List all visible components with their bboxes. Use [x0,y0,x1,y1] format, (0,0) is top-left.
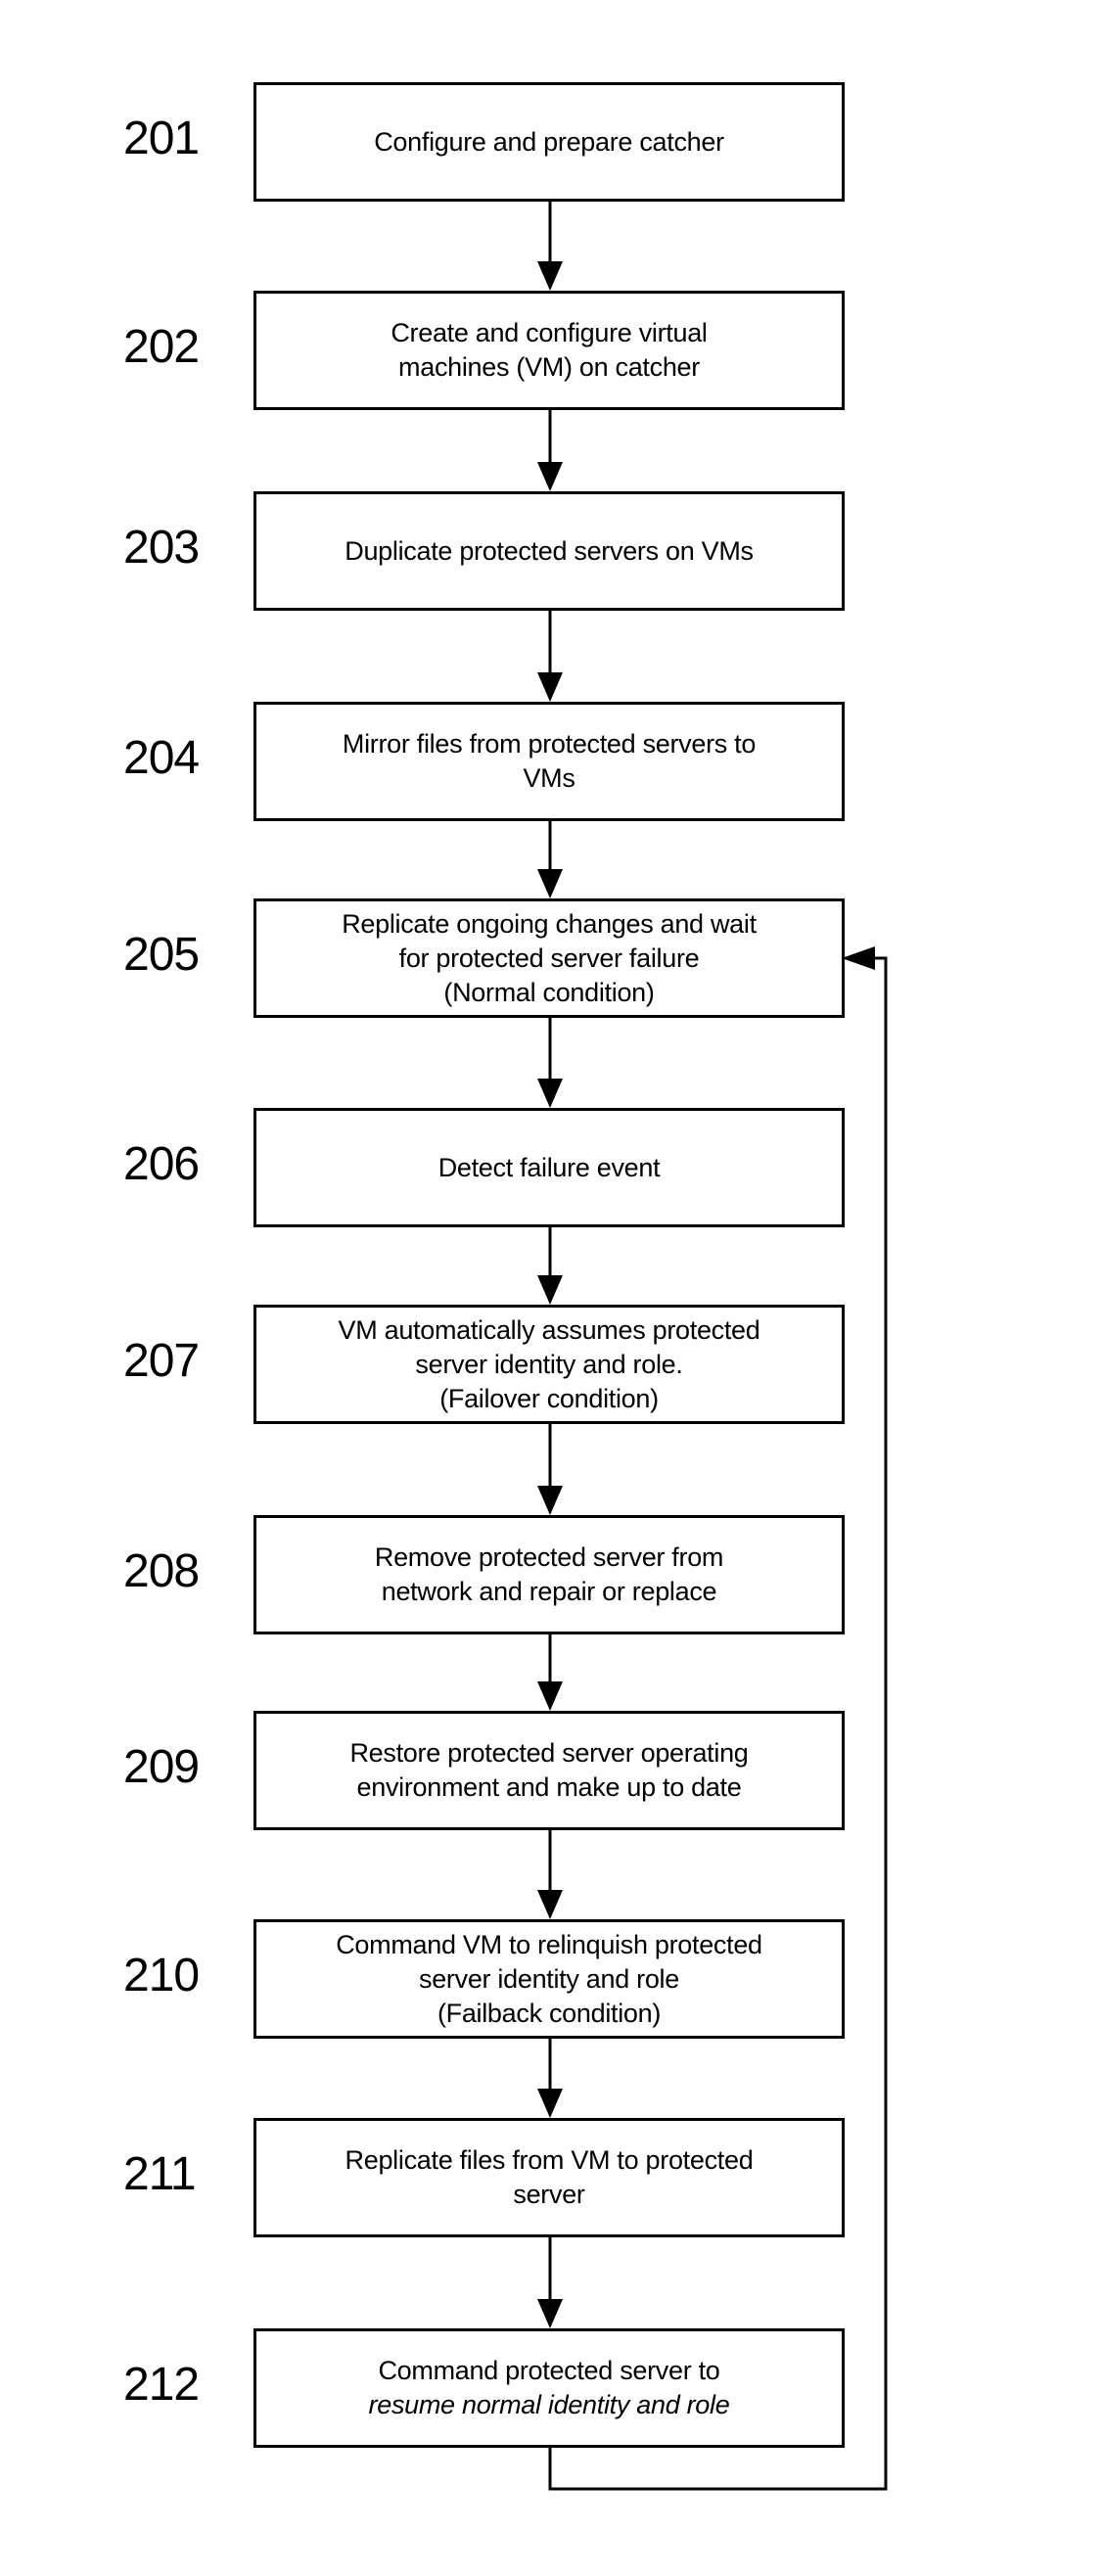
process-text-line: machines (VM) on catcher [398,352,700,382]
process-text-line: (Normal condition) [443,977,655,1007]
process-text-line: Create and configure virtual [391,318,708,347]
step-number-204: 204 [123,731,200,784]
process-box-203: Duplicate protected servers on VMs [253,491,845,611]
process-box-202: Create and configure virtual machines (VM… [253,291,845,410]
process-text-line: server [513,2180,585,2209]
process-box-201: Configure and prepare catcher [253,82,845,202]
arrow-head-down-icon [537,2089,563,2118]
process-text-line: for protected server failure [398,943,700,973]
arrow-head-down-icon [537,869,563,898]
process-text-line: Command VM to relinquish protected [336,1929,762,1959]
process-text-line: Configure and prepare catcher [374,126,724,157]
process-box-206: Detect failure event [253,1108,845,1227]
process-box-208: Remove protected server from network and … [253,1515,845,1634]
process-text-line: Duplicate protected servers on VMs [345,535,754,566]
process-text-line: Replicate ongoing changes and wait [342,908,757,939]
process-box-212: Command protected server to resume normal… [253,2328,845,2448]
process-text-line: server identity and role. [415,1349,683,1379]
process-text-line: (Failback condition) [437,1998,662,2028]
step-number-211: 211 [123,2147,197,2200]
process-box-210: Command VM to relinquish protected server… [253,1919,845,2039]
process-text-line: Detect failure event [437,1152,661,1182]
step-number-206: 206 [123,1137,200,1190]
arrow-head-down-icon [537,1486,563,1515]
arrow-head-down-icon [537,1681,563,1711]
process-text-line: VM automatically assumes protected [338,1314,760,1345]
step-number-207: 207 [123,1334,200,1387]
process-box-205: Replicate ongoing changes and wait for pr… [253,898,845,1018]
step-number-201: 201 [123,112,200,164]
process-text-line: network and repair or replace [381,1577,717,1606]
process-text-line: Command protected server to [378,2356,720,2385]
step-number-203: 203 [123,521,200,574]
arrow-head-down-icon [537,462,563,491]
arrow-head-down-icon [537,1890,563,1919]
process-text-line: Replicate files from VM to protected [345,2145,754,2175]
process-text-line: server identity and role [419,1963,679,1994]
arrow-head-down-icon [537,1079,563,1108]
process-text-line: resume normal identity and role [368,2390,730,2419]
arrow-head-down-icon [537,2299,563,2328]
arrow-head-down-icon [537,672,563,702]
step-number-210: 210 [123,1949,200,2001]
process-text-line: environment and make up to date [356,1772,742,1802]
process-box-209: Restore protected server operating enviro… [253,1711,845,1830]
process-box-204: Mirror files from protected servers to VM… [253,702,845,821]
arrow-head-down-icon [537,261,563,291]
process-text-line: VMs [523,763,575,793]
step-number-212: 212 [123,2358,200,2411]
arrow-head-down-icon [537,1275,563,1305]
process-box-211: Replicate files from VM to protected serv… [253,2118,845,2237]
arrow-head-left-icon [842,946,875,970]
process-text-line: (Failover condition) [439,1383,659,1413]
step-number-205: 205 [123,928,200,981]
process-box-207: VM automatically assumes protected server… [253,1305,845,1424]
process-text-line: Remove protected server from [374,1542,724,1572]
process-text-line: Restore protected server operating [349,1738,749,1768]
step-number-208: 208 [123,1544,200,1597]
process-text-line: Mirror files from protected servers to [342,729,757,759]
step-number-209: 209 [123,1740,200,1793]
step-number-202: 202 [123,320,200,373]
